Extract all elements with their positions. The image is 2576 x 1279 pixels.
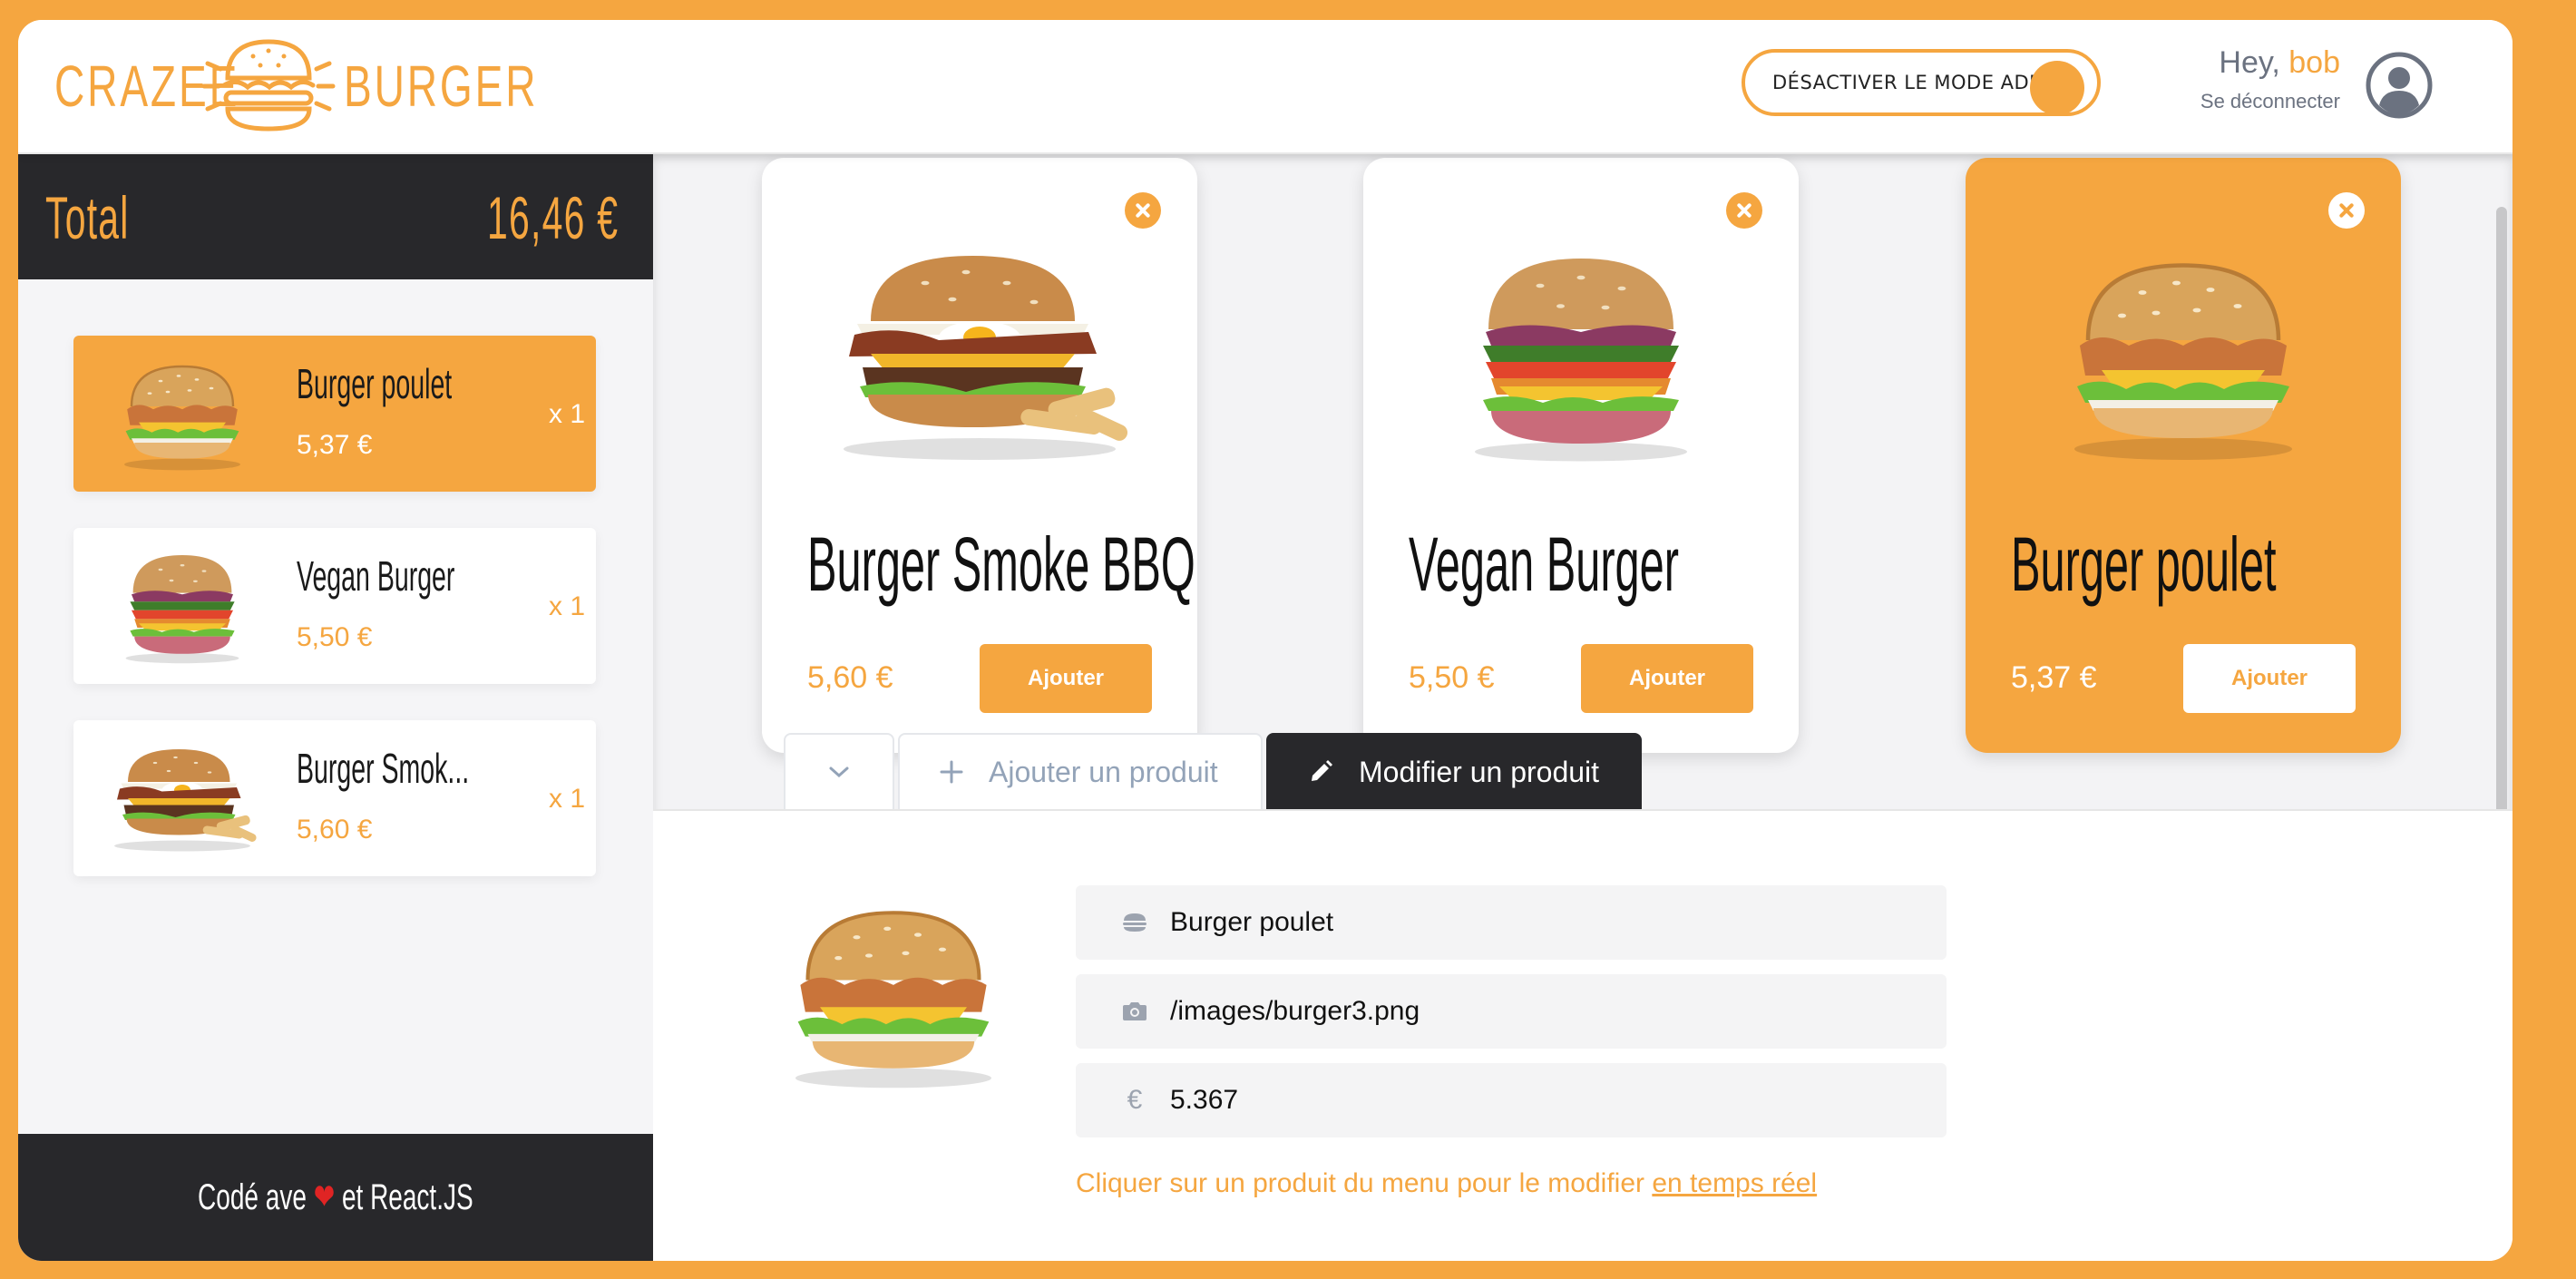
product-title: Burger poulet	[2011, 522, 2277, 607]
user-avatar-icon[interactable]	[2365, 51, 2434, 120]
product-image	[798, 245, 1161, 463]
menu-card[interactable]: Vegan Burger 5,50 € Ajouter	[1363, 158, 1799, 753]
delete-product-close-icon[interactable]	[1125, 192, 1161, 229]
product-price: 5,60 €	[807, 660, 893, 695]
edit-hint-text: Cliquer sur un produit du menu pour le m…	[1076, 1168, 1653, 1198]
basket-item[interactable]: Burger Smok... 5,60 € x 1	[73, 720, 596, 876]
menu-card-selected[interactable]: Burger poulet 5,37 € Ajouter	[1966, 158, 2401, 753]
basket-item-name: Burger poulet	[297, 360, 453, 407]
product-title: Vegan Burger	[1409, 522, 1679, 607]
basket-item[interactable]: Burger poulet 5,37 € x 1	[73, 336, 596, 492]
heart-icon: ❤	[313, 1177, 336, 1217]
username: bob	[2288, 45, 2340, 80]
euro-icon: €	[1127, 1085, 1143, 1115]
basket-item-quantity: x 1	[549, 591, 586, 621]
footer-text-end: et React.JS	[335, 1177, 473, 1217]
add-to-cart-button[interactable]: Ajouter	[980, 644, 1152, 713]
tab-edit-label: Modifier un produit	[1359, 755, 1600, 788]
admin-toggle-label: DÉSACTIVER LE MODE ADMIN	[1772, 72, 2067, 93]
chevron-down-icon	[829, 766, 849, 778]
add-to-cart-button[interactable]: Ajouter	[1581, 644, 1753, 713]
menu: Burger Smoke BBQ 5,60 € Ajouter Vegan Bu…	[653, 152, 2513, 827]
basket-item-quantity: x 1	[549, 399, 586, 429]
hamburger-field-icon	[1121, 912, 1148, 933]
tab-edit-product[interactable]: Modifier un produit	[1266, 733, 1642, 809]
basket-item-name: Vegan Burger	[297, 552, 455, 600]
basket-item-image	[101, 356, 264, 472]
basket-item-quantity: x 1	[549, 784, 586, 814]
product-price: 5,37 €	[2011, 660, 2097, 695]
greeting-text: Hey,	[2219, 45, 2289, 80]
logo[interactable]: CRAZEE BURGER	[54, 36, 614, 136]
profile: Hey, bob Se déconnecter	[2200, 45, 2340, 113]
admin-tabs: Ajouter un produit Modifier un produit	[784, 733, 1645, 809]
menu-card[interactable]: Burger Smoke BBQ 5,60 € Ajouter	[762, 158, 1197, 753]
basket-item-price: 5,37 €	[297, 430, 373, 460]
footer-text: Codé ave ❤ et React.JS	[198, 1176, 473, 1218]
camera-icon	[1121, 1001, 1148, 1022]
admin-mode-toggle[interactable]: DÉSACTIVER LE MODE ADMIN	[1742, 49, 2101, 116]
product-name-input[interactable]	[1168, 906, 1916, 939]
basket-item-name: Burger Smok...	[297, 745, 470, 792]
greeting: Hey, bob	[2200, 45, 2340, 81]
product-title: Burger Smoke BBQ	[807, 522, 1195, 607]
basket-total-bar: Total 16,46 €	[18, 152, 653, 279]
tab-add-label: Ajouter un produit	[989, 755, 1218, 788]
total-amount: 16,46 €	[486, 184, 619, 251]
basket-item-image	[101, 740, 264, 856]
pencil-icon	[1308, 759, 1333, 785]
product-image-url-input[interactable]	[1168, 995, 1916, 1028]
toggle-knob[interactable]	[2030, 61, 2084, 115]
plus-icon	[940, 760, 963, 784]
basket-item-price: 5,50 €	[297, 622, 373, 652]
footer-text-start: Codé ave	[198, 1177, 314, 1217]
product-name-field[interactable]	[1076, 885, 1947, 960]
total-label: Total	[45, 184, 130, 251]
menu-scrollbar-thumb[interactable]	[2496, 207, 2507, 824]
realtime-link[interactable]: en temps réel	[1652, 1168, 1817, 1198]
delete-product-close-icon[interactable]	[1726, 192, 1762, 229]
product-price-input[interactable]	[1168, 1084, 1916, 1117]
product-image-field[interactable]	[1076, 974, 1947, 1049]
logo-text-left: CRAZEE	[54, 54, 240, 119]
add-to-cart-button[interactable]: Ajouter	[2183, 644, 2356, 713]
basket: Total 16,46 € Burger poulet 5,37 € x 1 V…	[18, 152, 653, 1261]
product-image-preview	[771, 884, 1016, 1101]
logout-link[interactable]: Se déconnecter	[2200, 90, 2340, 113]
app-frame: CRAZEE BURGER DÉSACTIVER LE MODE ADMIN H…	[18, 20, 2513, 1261]
navbar: CRAZEE BURGER DÉSACTIVER LE MODE ADMIN H…	[18, 20, 2513, 154]
delete-product-close-icon[interactable]	[2328, 192, 2365, 229]
product-image	[2002, 245, 2365, 463]
basket-item[interactable]: Vegan Burger 5,50 € x 1	[73, 528, 596, 684]
logo-text-right: BURGER	[344, 54, 539, 119]
edit-hint: Cliquer sur un produit du menu pour le m…	[1076, 1168, 1817, 1199]
tab-collapse[interactable]	[784, 733, 894, 809]
basket-item-price: 5,60 €	[297, 815, 373, 845]
admin-panel: € Cliquer sur un produit du menu pour le…	[653, 809, 2513, 1261]
basket-item-image	[101, 548, 264, 664]
product-image	[1400, 245, 1762, 463]
tab-add-product[interactable]: Ajouter un produit	[898, 733, 1263, 809]
product-price-field[interactable]: €	[1076, 1063, 1947, 1137]
basket-footer: Codé ave ❤ et React.JS	[18, 1134, 653, 1261]
product-price: 5,50 €	[1409, 660, 1495, 695]
